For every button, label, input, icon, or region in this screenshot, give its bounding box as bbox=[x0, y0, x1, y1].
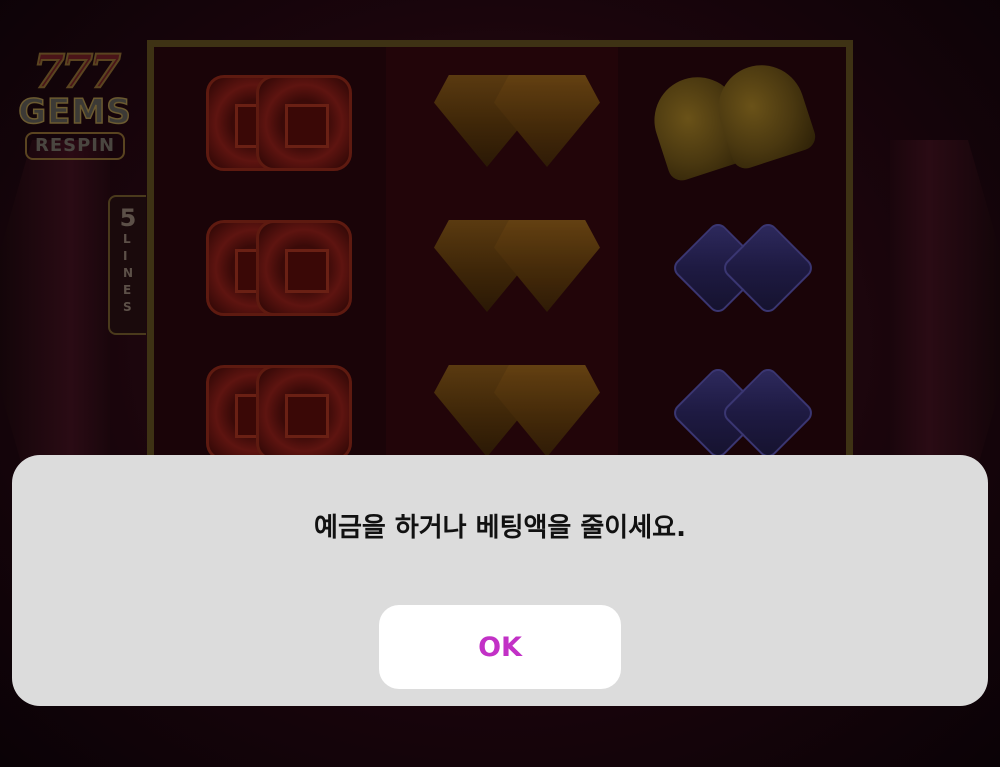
dialog-message: 예금을 하거나 베팅액을 줄이세요. bbox=[314, 513, 686, 543]
game-stage: 777 GEMS RESPIN 5 LINES 예금을 하거나 베팅액을 줄이세… bbox=[0, 0, 1000, 767]
ok-button[interactable]: OK bbox=[379, 605, 621, 689]
alert-dialog: 예금을 하거나 베팅액을 줄이세요. OK bbox=[12, 455, 988, 706]
